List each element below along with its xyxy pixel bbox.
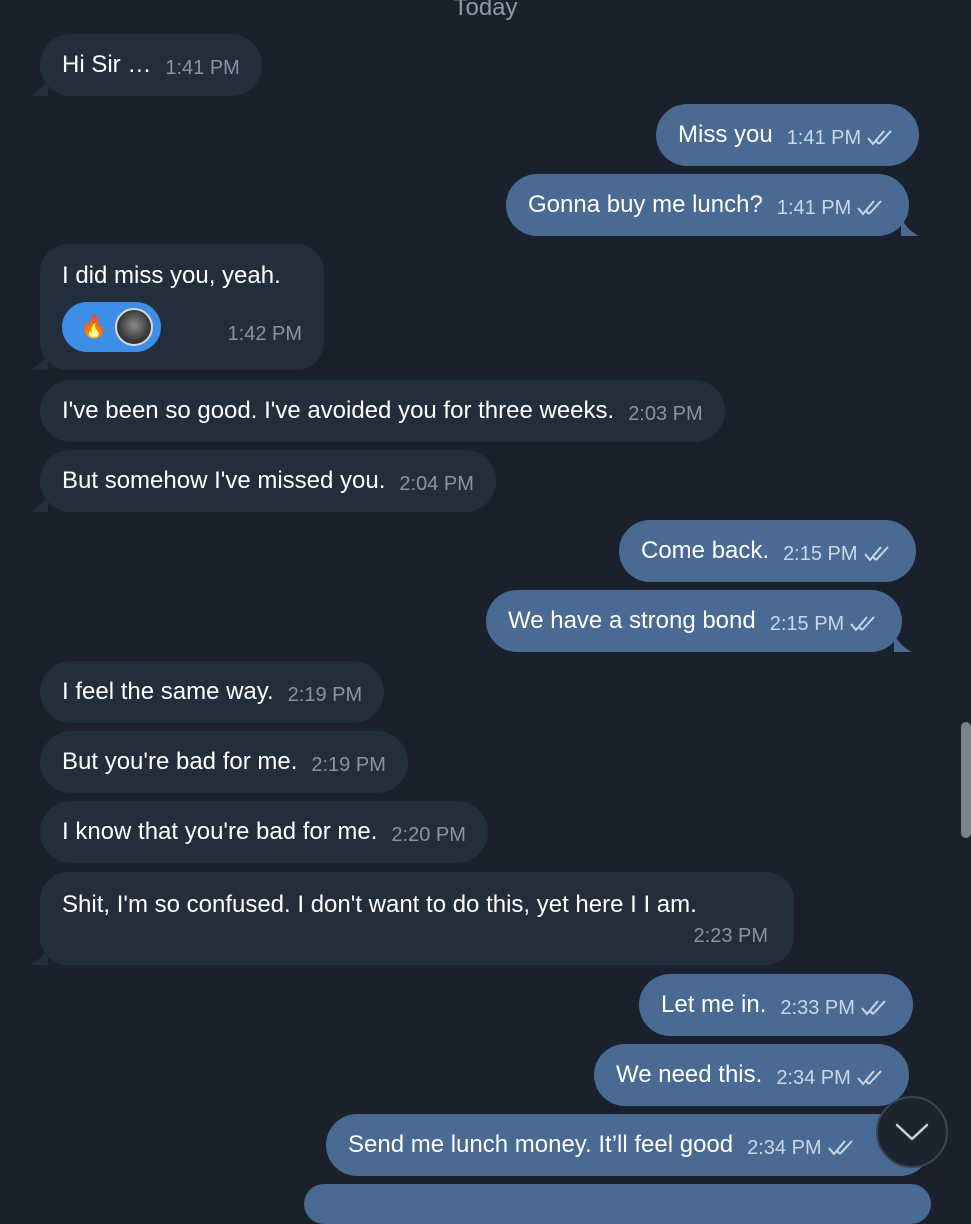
message-time: 2:34 PM [747, 1136, 822, 1159]
message-bubble-outgoing[interactable]: Send me lunch money. It’ll feel good 2:3… [326, 1114, 931, 1176]
bubble-tail [894, 634, 913, 652]
double-check-icon [828, 1139, 858, 1157]
message-text: Send me lunch money. It’ll feel good [348, 1131, 734, 1158]
message-text: Hi Sir … [62, 51, 152, 78]
message-text: But somehow I've missed you. [62, 467, 386, 494]
message-time: 2:20 PM [391, 823, 466, 846]
date-label: Today [453, 0, 518, 21]
message-time: 2:03 PM [628, 402, 703, 425]
fire-icon: 🔥 [80, 314, 108, 339]
message-text: Shit, I'm so confused. I don't want to d… [62, 891, 697, 918]
message-time: 2:15 PM [783, 542, 858, 565]
message-bubble-outgoing[interactable]: We need this. 2:34 PM [594, 1044, 909, 1106]
message-time: 2:04 PM [399, 472, 474, 495]
bubble-tail [30, 947, 48, 965]
message-bubble-incoming[interactable]: I feel the same way. 2:19 PM [40, 661, 385, 723]
message-text: We need this. [616, 1061, 763, 1088]
message-time: 2:19 PM [287, 683, 363, 706]
message-time: 2:34 PM [776, 1066, 851, 1089]
scroll-to-bottom-button[interactable] [876, 1096, 948, 1168]
message-time: 1:41 PM [165, 56, 240, 79]
bubble-tail [30, 78, 48, 96]
message-text: But you're bad for me. [62, 748, 298, 775]
message-text: Miss you [678, 121, 773, 148]
message-time: 2:33 PM [780, 996, 855, 1019]
message-bubble-incoming[interactable]: I did miss you, yeah. 🔥 1:42 PM [30, 244, 324, 370]
message-bubble-incoming[interactable]: But somehow I've missed you. 2:04 PM [30, 450, 496, 512]
scrollbar[interactable] [961, 722, 971, 838]
message-bubble-outgoing[interactable]: Miss you 1:41 PM [656, 104, 920, 166]
message-time: 1:41 PM [776, 196, 852, 219]
message-bubble-incoming[interactable]: Shit, I'm so confused. I don't want to d… [30, 872, 794, 965]
reactions-pill[interactable]: 🔥 [62, 302, 162, 352]
double-check-icon [864, 545, 894, 563]
message-text: I feel the same way. [62, 678, 274, 705]
message-time: 2:19 PM [311, 753, 386, 776]
chevron-down-icon [895, 1123, 929, 1141]
message-bubble-incoming[interactable]: Hi Sir … 1:41 PM [30, 34, 262, 96]
message-text: I did miss you, yeah. [62, 262, 281, 289]
double-check-icon [867, 129, 897, 147]
double-check-icon [861, 999, 891, 1017]
message-bubble-incoming[interactable]: But you're bad for me. 2:19 PM [40, 731, 408, 793]
double-check-icon [850, 615, 880, 633]
message-text: I know that you're bad for me. [62, 818, 378, 845]
message-bubble-outgoing[interactable]: Come back. 2:15 PM [619, 520, 916, 582]
message-time: 1:41 PM [786, 126, 862, 149]
double-check-icon [857, 199, 887, 217]
message-time: 2:23 PM [693, 925, 768, 947]
message-time: 2:15 PM [769, 612, 845, 635]
bubble-tail [901, 218, 920, 236]
message-bubble-incoming[interactable]: I've been so good. I've avoided you for … [40, 380, 725, 442]
message-text: I've been so good. I've avoided you for … [62, 397, 615, 424]
message-bubble-incoming[interactable]: I know that you're bad for me. 2:20 PM [40, 801, 488, 863]
message-text: Let me in. [661, 991, 767, 1018]
avatar [115, 308, 154, 346]
message-time: 1:42 PM [227, 322, 302, 345]
double-check-icon [857, 1069, 887, 1087]
bubble-tail [30, 494, 48, 512]
message-text: Gonna buy me lunch? [528, 191, 763, 218]
message-bubble-outgoing[interactable]: Let me in. 2:33 PM [639, 974, 913, 1036]
message-text: Come back. [641, 537, 770, 564]
message-bubble-outgoing[interactable]: Gonna buy me lunch? 1:41 PM [506, 174, 920, 236]
bubble-tail [30, 352, 48, 370]
message-bubble-outgoing-partial[interactable] [304, 1184, 931, 1224]
message-text: We have a strong bond [508, 607, 756, 634]
message-bubble-outgoing[interactable]: We have a strong bond 2:15 PM [486, 590, 913, 652]
